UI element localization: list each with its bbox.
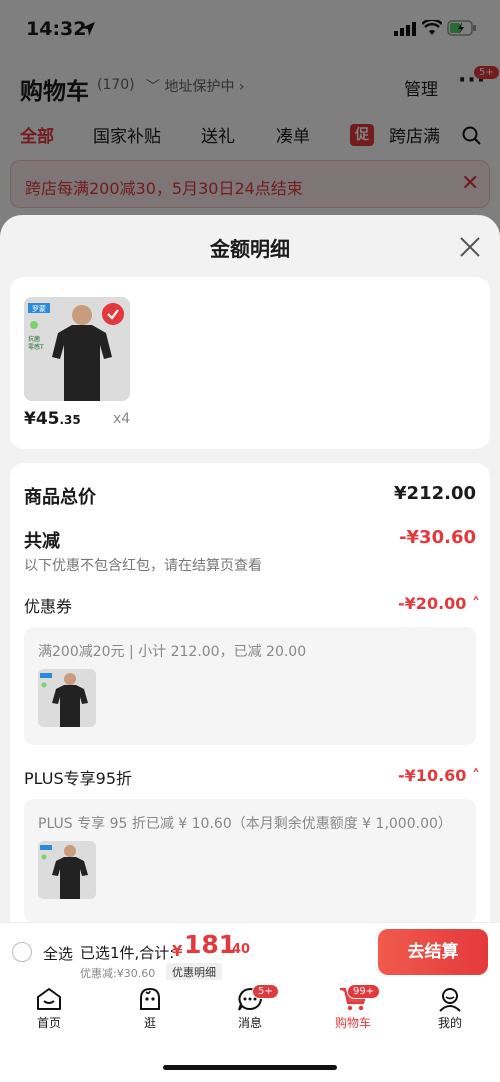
product-image[interactable]: 罗蒙 抗菌 零感T	[24, 297, 130, 401]
product-price: ¥45.35	[24, 409, 81, 429]
coupon-detail-box: 满200减20元 | 小计 212.00，已减 20.00	[24, 627, 476, 745]
plus-detail: PLUS 专享 95 折已减 ¥ 10.60（本月剩余优惠额度 ¥ 1,000.…	[38, 816, 452, 832]
select-all-radio[interactable]	[12, 942, 32, 962]
chevron-up-icon: ˄	[466, 594, 480, 613]
svg-text:零感T: 零感T	[28, 343, 44, 351]
coupon-product-thumb	[38, 669, 96, 727]
select-all-label[interactable]: 全选	[43, 943, 73, 964]
plus-discount-label: PLUS专享95折	[24, 769, 132, 788]
selected-info: 已选1件,合计:	[80, 944, 175, 962]
discount-info: 优惠减:¥30.60	[80, 967, 156, 980]
bottom-tab-bar: 首页 逛 消息 5+ 购物车 99+ 我的	[0, 980, 500, 1082]
amount-breakdown: 商品总价 ¥212.00 共减 -¥30.60 以下优惠不包含红包，请在结算页查…	[10, 463, 490, 923]
svg-text:抗菌: 抗菌	[28, 335, 40, 343]
home-indicator	[163, 1065, 337, 1070]
tabbar-messages[interactable]: 消息 5+	[220, 984, 280, 1031]
tabbar-browse[interactable]: 逛	[120, 986, 180, 1031]
plus-detail-box: PLUS 专享 95 折已减 ¥ 10.60（本月剩余优惠额度 ¥ 1,000.…	[24, 799, 476, 923]
reduce-label: 共减	[24, 531, 60, 552]
user-icon	[439, 988, 461, 1012]
total-currency: ¥	[172, 942, 183, 960]
total-decimal: .40	[227, 942, 251, 957]
home-icon	[37, 988, 61, 1010]
plus-product-thumb	[38, 841, 96, 899]
messages-badge: 5+	[252, 984, 279, 999]
cart-badge: 99+	[347, 984, 381, 999]
tabbar-home[interactable]: 首页	[19, 986, 79, 1031]
coupon-value[interactable]: -¥20.00 ˄	[398, 594, 480, 613]
discount-detail-link[interactable]: 优惠明细	[166, 963, 222, 981]
browse-icon	[140, 987, 160, 1010]
tabbar-cart[interactable]: 购物车 99+	[323, 984, 383, 1031]
tabbar-me[interactable]: 我的	[420, 986, 480, 1031]
checked-icon[interactable]	[102, 303, 124, 325]
checkout-bar: 全选 已选1件,合计: ¥ 181 .40 优惠减:¥30.60 优惠明细 去结…	[0, 922, 500, 981]
close-icon[interactable]	[458, 235, 482, 259]
reduce-value: -¥30.60	[399, 527, 476, 548]
product-quantity: x4	[113, 411, 131, 427]
sheet-title: 金额明细	[210, 237, 290, 261]
total-price-value: ¥212.00	[394, 483, 476, 504]
discount-note: 以下优惠不包含红包，请在结算页查看	[24, 558, 262, 574]
checkout-button[interactable]: 去结算	[378, 929, 488, 975]
coupon-label: 优惠券	[24, 597, 73, 616]
total-price-label: 商品总价	[24, 487, 96, 508]
product-card: 罗蒙 抗菌 零感T ¥45.35 x4	[10, 277, 490, 449]
coupon-detail: 满200减20元 | 小计 212.00，已减 20.00	[38, 644, 307, 660]
svg-text:罗蒙: 罗蒙	[32, 304, 46, 313]
plus-discount-value[interactable]: -¥10.60 ˄	[398, 766, 480, 785]
chevron-up-icon: ˄	[466, 766, 480, 785]
